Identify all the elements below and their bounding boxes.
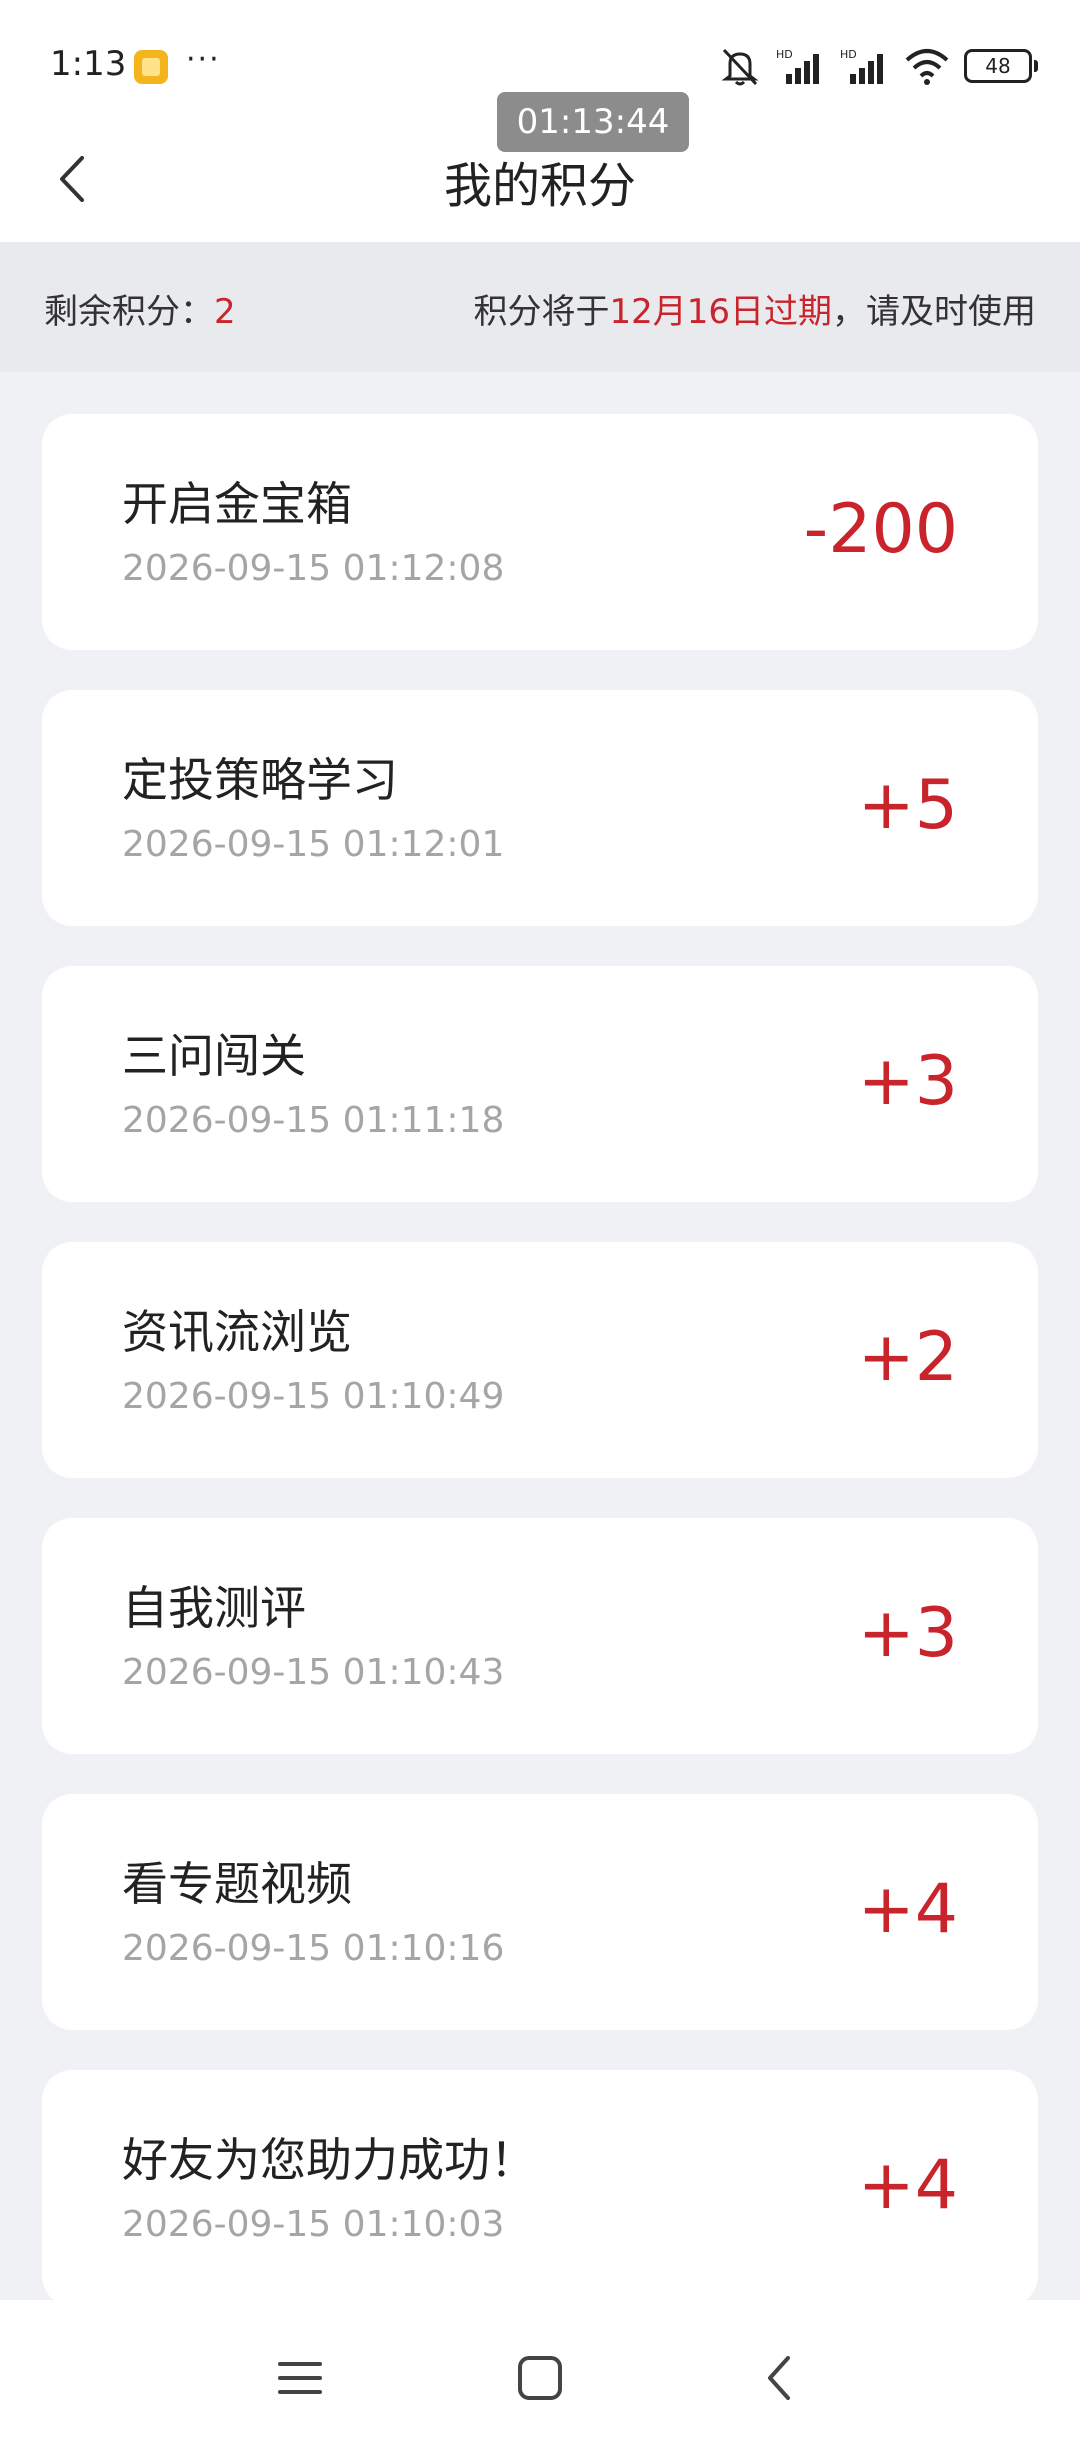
- svg-text:HD: HD: [840, 48, 857, 61]
- record-title: 资讯流浏览: [122, 1305, 352, 1359]
- points-page: 1:13 ··· HD HD 48 01:13:44 我的积分 剩余积分：2 积…: [0, 0, 1080, 2460]
- system-navigation-bar: [0, 2300, 1080, 2460]
- record-title: 三问闯关: [122, 1029, 306, 1083]
- record-time: 2026-09-15 01:12:08: [122, 548, 505, 589]
- record-points: +2: [857, 1318, 958, 1397]
- record-title: 定投策略学习: [122, 753, 398, 807]
- list-item[interactable]: 看专题视频 2026-09-15 01:10:16 +4: [42, 1794, 1038, 2030]
- record-time: 2026-09-15 01:12:01: [122, 824, 505, 865]
- record-title: 自我测评: [122, 1581, 306, 1635]
- list-item[interactable]: 开启金宝箱 2026-09-15 01:12:08 -200: [42, 414, 1038, 650]
- record-title: 开启金宝箱: [122, 477, 352, 531]
- status-icons: HD HD 48: [718, 46, 1038, 86]
- record-title: 看专题视频: [122, 1857, 352, 1911]
- top-area: 1:13 ··· HD HD 48 01:13:44 我的积分: [0, 0, 1080, 242]
- record-time: 2026-09-15 01:10:43: [122, 1652, 505, 1693]
- record-points: -200: [803, 490, 958, 569]
- list-item[interactable]: 资讯流浏览 2026-09-15 01:10:49 +2: [42, 1242, 1038, 1478]
- remaining-value: 2: [214, 292, 236, 332]
- record-time: 2026-09-15 01:10:49: [122, 1376, 505, 1417]
- mute-icon: [718, 46, 762, 86]
- record-time: 2026-09-15 01:10:03: [122, 2204, 505, 2245]
- menu-icon: [278, 2362, 322, 2394]
- record-time: 2026-09-15 01:10:16: [122, 1928, 505, 1969]
- expiry-date: 12月16日过期: [609, 292, 832, 332]
- points-summary-bar: 剩余积分：2 积分将于12月16日过期，请及时使用: [0, 242, 1080, 372]
- svg-text:HD: HD: [776, 48, 793, 61]
- menu-button[interactable]: [270, 2348, 330, 2408]
- app-notification-icon: [134, 50, 168, 84]
- remaining-points: 剩余积分：2: [44, 284, 236, 333]
- battery-icon: 48: [964, 49, 1038, 83]
- home-icon: [518, 2356, 562, 2400]
- record-points: +4: [857, 2146, 958, 2225]
- page-title: 我的积分: [443, 158, 636, 214]
- record-title: 好友为您助力成功！: [122, 2133, 536, 2187]
- record-points: +4: [857, 1870, 958, 1949]
- wifi-icon: [904, 46, 950, 86]
- expiry-suffix: ，请及时使用: [832, 292, 1036, 332]
- list-item[interactable]: 好友为您助力成功！ 2026-09-15 01:10:03 +4: [42, 2070, 1038, 2306]
- nav-header: 我的积分: [0, 130, 1080, 242]
- signal-hd-icon: HD: [776, 46, 826, 86]
- list-item[interactable]: 三问闯关 2026-09-15 01:11:18 +3: [42, 966, 1038, 1202]
- record-points: +5: [857, 766, 958, 845]
- status-time: 1:13: [50, 44, 127, 84]
- signal-hd-icon-2: HD: [840, 46, 890, 86]
- remaining-label: 剩余积分：: [44, 292, 214, 332]
- record-time: 2026-09-15 01:11:18: [122, 1100, 505, 1141]
- expiry-prefix: 积分将于: [473, 292, 610, 332]
- list-item[interactable]: 定投策略学习 2026-09-15 01:12:01 +5: [42, 690, 1038, 926]
- more-notifications-icon: ···: [186, 42, 221, 77]
- expiry-notice: 积分将于12月16日过期，请及时使用: [473, 284, 1036, 333]
- record-points: +3: [857, 1042, 958, 1121]
- list-item[interactable]: 自我测评 2026-09-15 01:10:43 +3: [42, 1518, 1038, 1754]
- home-button[interactable]: [510, 2348, 570, 2408]
- back-icon: [768, 2356, 790, 2400]
- system-back-button[interactable]: [750, 2348, 810, 2408]
- points-record-list: 开启金宝箱 2026-09-15 01:12:08 -200 定投策略学习 20…: [42, 414, 1038, 2346]
- record-points: +3: [857, 1594, 958, 1673]
